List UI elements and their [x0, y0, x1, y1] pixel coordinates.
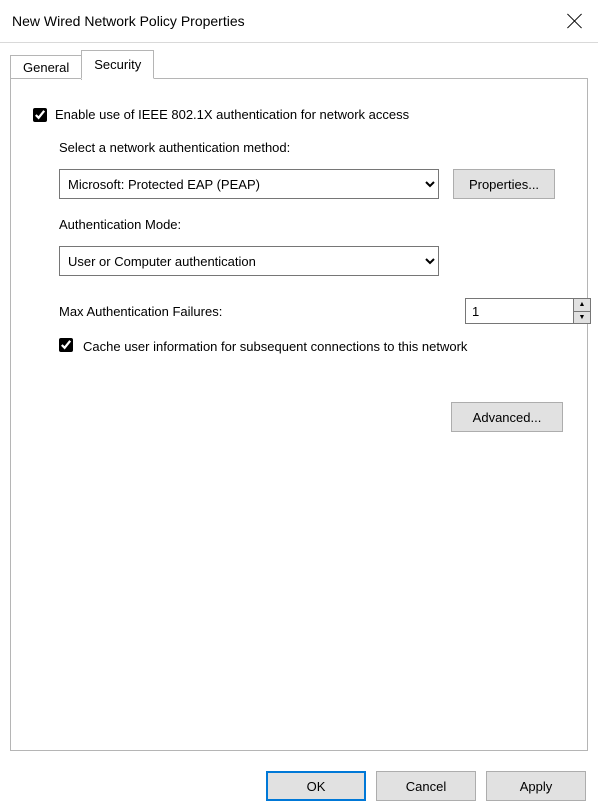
row-advanced: Advanced...	[33, 402, 565, 432]
auth-method-label: Select a network authentication method:	[59, 140, 290, 155]
tab-security[interactable]: Security	[81, 50, 154, 79]
cache-label: Cache user information for subsequent co…	[83, 338, 467, 356]
max-failures-label: Max Authentication Failures:	[59, 304, 222, 319]
advanced-button[interactable]: Advanced...	[451, 402, 563, 432]
max-failures-spinner: ▲ ▼	[465, 298, 591, 324]
row-enable-8021x: Enable use of IEEE 802.1X authentication…	[33, 107, 565, 122]
apply-button[interactable]: Apply	[486, 771, 586, 801]
row-auth-mode: User or Computer authentication	[59, 246, 565, 276]
enable-8021x-checkbox[interactable]	[33, 108, 47, 122]
enable-8021x-label: Enable use of IEEE 802.1X authentication…	[55, 107, 409, 122]
close-icon[interactable]	[566, 12, 584, 30]
security-panel: Enable use of IEEE 802.1X authentication…	[10, 78, 588, 751]
window-title: New Wired Network Policy Properties	[12, 13, 245, 29]
ok-button[interactable]: OK	[266, 771, 366, 801]
max-failures-input[interactable]	[465, 298, 573, 324]
dialog-footer: OK Cancel Apply	[0, 761, 598, 811]
auth-mode-dropdown[interactable]: User or Computer authentication	[59, 246, 439, 276]
row-auth-method-label: Select a network authentication method:	[59, 140, 565, 155]
dialog-window: New Wired Network Policy Properties Gene…	[0, 0, 598, 811]
tab-general[interactable]: General	[10, 55, 82, 80]
spinner-buttons: ▲ ▼	[573, 298, 591, 324]
tabstrip: General Security	[10, 51, 588, 79]
row-auth-method: Microsoft: Protected EAP (PEAP) Properti…	[59, 169, 565, 199]
cancel-button[interactable]: Cancel	[376, 771, 476, 801]
titlebar: New Wired Network Policy Properties	[0, 0, 598, 43]
auth-mode-label: Authentication Mode:	[59, 217, 181, 232]
spinner-down-button[interactable]: ▼	[573, 312, 591, 325]
auth-method-dropdown[interactable]: Microsoft: Protected EAP (PEAP)	[59, 169, 439, 199]
row-cache: Cache user information for subsequent co…	[59, 338, 539, 356]
client-area: General Security Enable use of IEEE 802.…	[0, 43, 598, 761]
cache-checkbox[interactable]	[59, 338, 73, 352]
properties-button[interactable]: Properties...	[453, 169, 555, 199]
row-max-failures: Max Authentication Failures: ▲ ▼	[59, 298, 591, 324]
row-auth-mode-label: Authentication Mode:	[59, 217, 565, 232]
spinner-up-button[interactable]: ▲	[573, 298, 591, 312]
